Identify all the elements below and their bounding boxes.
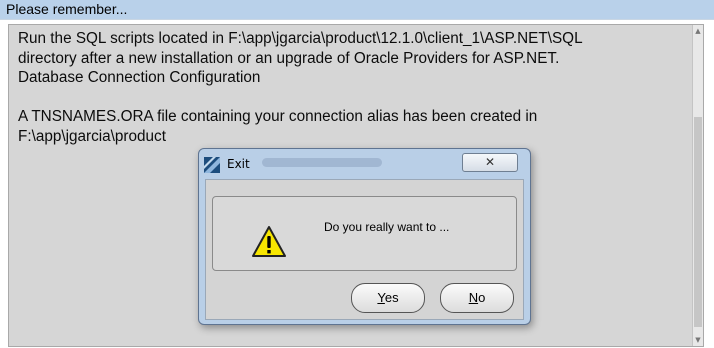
vertical-scrollbar[interactable]: ▲ ▼ [692, 25, 703, 346]
yes-mnemonic: Y [377, 290, 385, 305]
message-line [18, 88, 698, 108]
message-line: Database Connection Configuration [18, 69, 261, 86]
dialog-titlebar[interactable]: Exit ✕ [199, 149, 530, 179]
scroll-up-icon[interactable]: ▲ [693, 25, 703, 37]
scroll-down-icon[interactable]: ▼ [693, 334, 703, 346]
no-mnemonic: N [468, 290, 479, 305]
close-button[interactable]: ✕ [462, 153, 518, 172]
message-line: Run the SQL scripts located in F:\app\jg… [18, 30, 583, 47]
dialog-title: Exit [227, 157, 250, 171]
message-line: F:\app\jgarcia\product [18, 127, 166, 145]
message-text: Run the SQL scripts located in F:\app\jg… [18, 29, 698, 146]
no-label-rest: o [478, 290, 486, 305]
redacted-title-text [262, 158, 382, 167]
oracle-installer-icon [204, 157, 220, 173]
yes-button[interactable]: Yes [351, 283, 425, 313]
close-icon: ✕ [484, 155, 496, 169]
exit-dialog: Exit ✕ Do you really want to ... Yes No [198, 148, 531, 325]
no-button[interactable]: No [440, 283, 514, 313]
scroll-thumb[interactable] [694, 117, 702, 327]
dialog-message-box: Do you really want to ... [212, 196, 517, 271]
dialog-message: Do you really want to ... [324, 220, 450, 234]
yes-label-rest: es [384, 290, 399, 305]
scroll-track[interactable] [694, 37, 702, 334]
header-title: Please remember... [0, 0, 714, 20]
message-line: A TNSNAMES.ORA file containing your conn… [18, 108, 538, 125]
warning-icon [252, 226, 286, 257]
message-line: directory after a new installation or an… [18, 49, 560, 67]
dialog-body: Do you really want to ... Yes No [205, 179, 524, 320]
